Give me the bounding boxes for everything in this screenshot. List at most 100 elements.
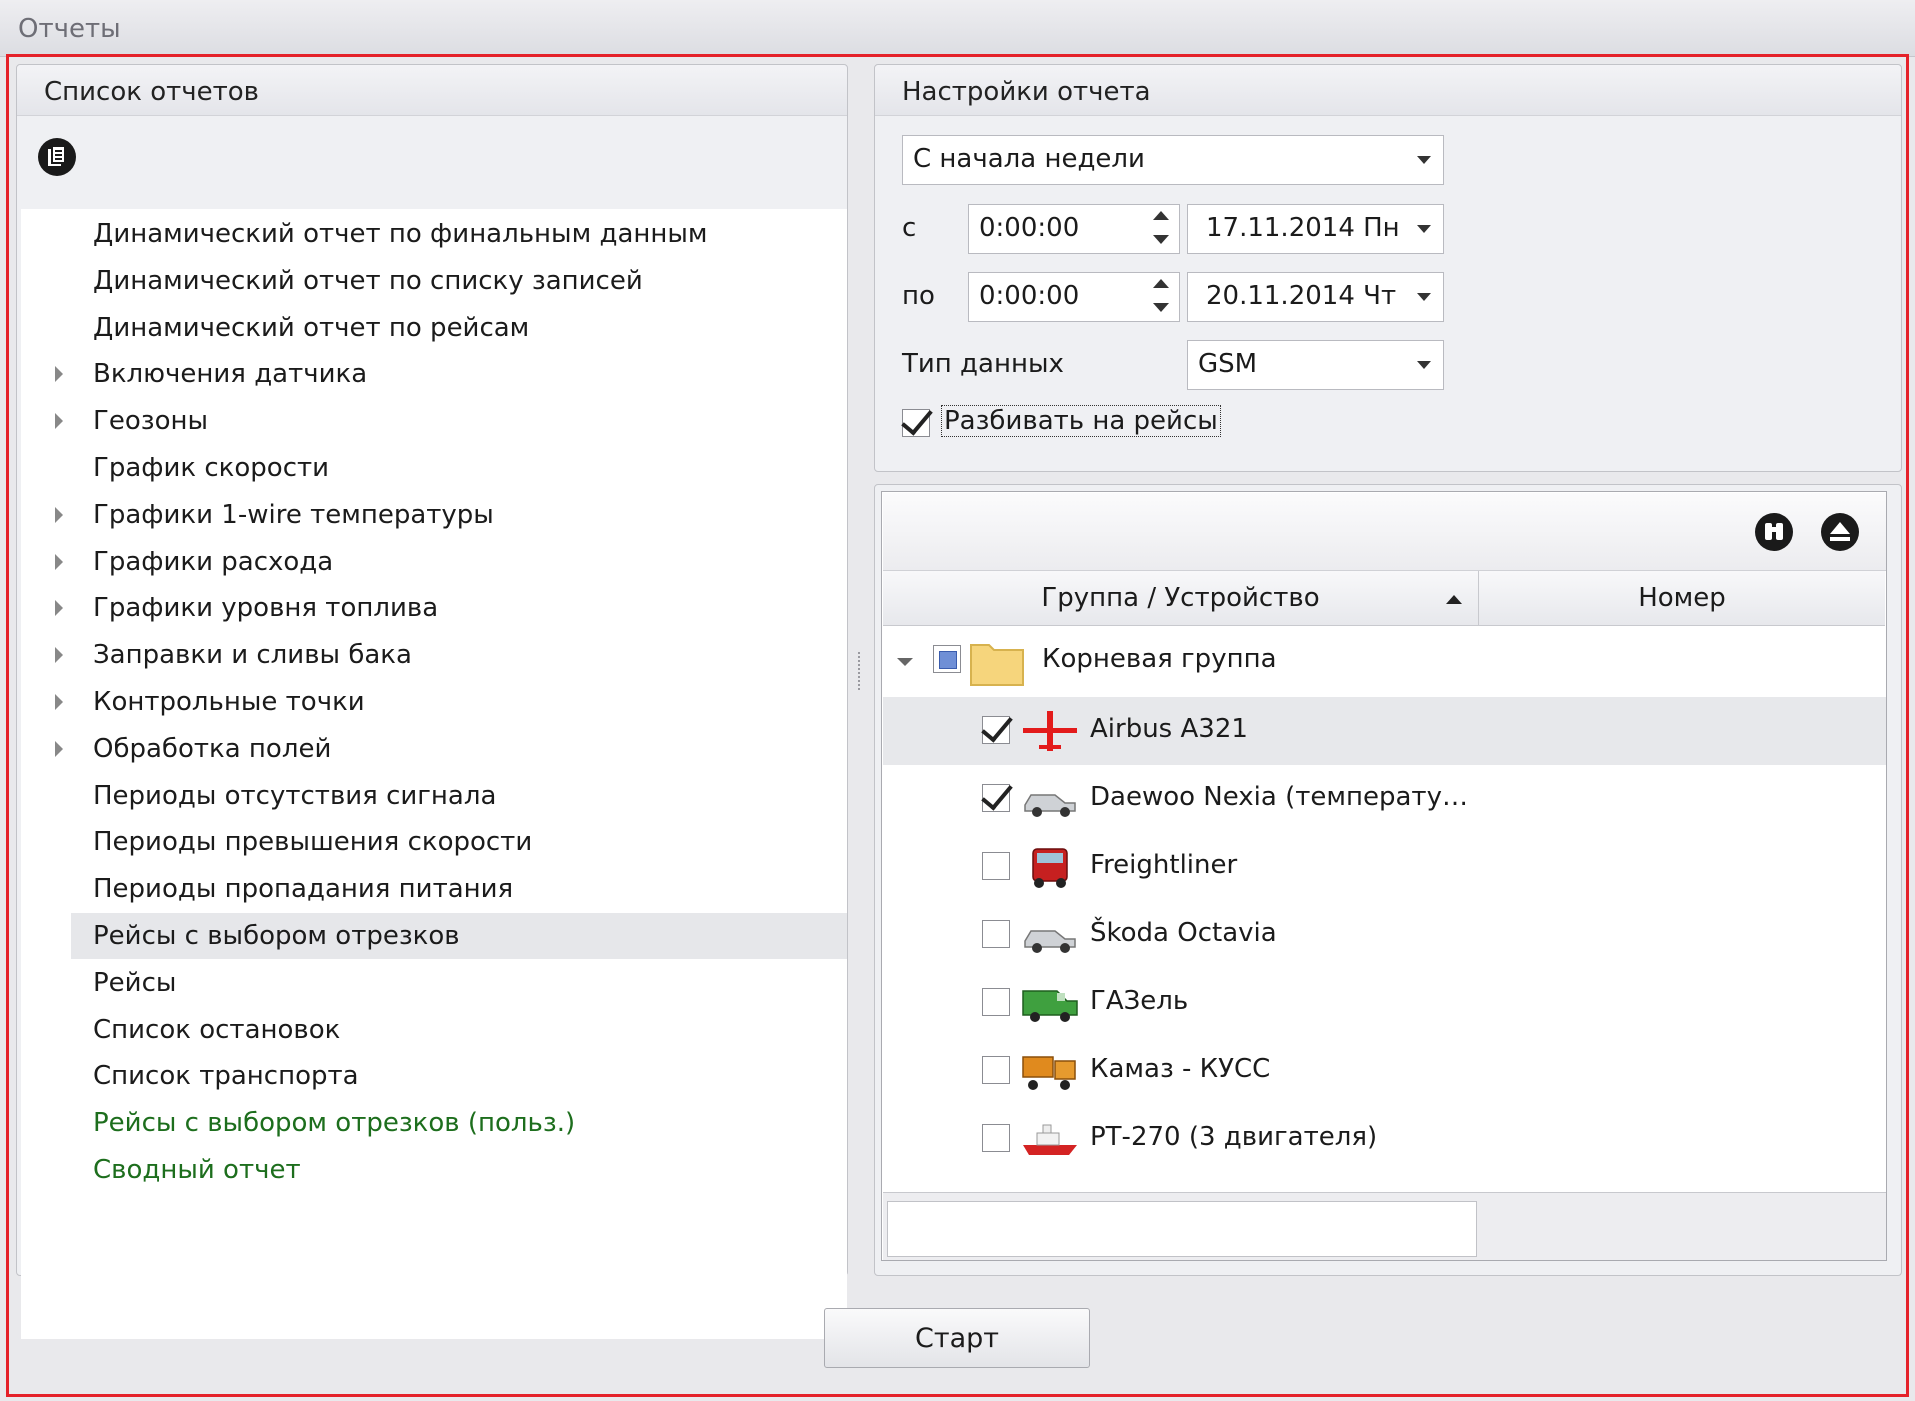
spin-up-icon[interactable]	[1153, 211, 1169, 220]
report-list-item[interactable]: Контрольные точки	[21, 679, 847, 725]
window-title-bar: Отчеты	[0, 0, 1915, 57]
report-list-item[interactable]: Рейсы	[21, 960, 847, 1006]
sort-ascending-icon	[1446, 595, 1462, 604]
tree-row-root-group[interactable]: Корневая группа	[883, 627, 1886, 695]
van-icon	[1019, 979, 1081, 1027]
split-trips-checkbox[interactable]	[901, 402, 933, 437]
report-list-item-label: Список транспорта	[93, 1061, 359, 1092]
expand-arrow-icon[interactable]	[55, 647, 63, 664]
report-list-item[interactable]: Периоды отсутствия сигнала	[21, 773, 847, 819]
device-checkbox[interactable]	[982, 1056, 1010, 1084]
column-header-group-device[interactable]: Группа / Устройство	[883, 571, 1479, 626]
binoculars-icon[interactable]	[1755, 513, 1793, 551]
spin-down-icon[interactable]	[1153, 235, 1169, 244]
device-row[interactable]: РТ-270 (3 двигателя)	[883, 1105, 1886, 1173]
report-list-item[interactable]: Периоды превышения скорости	[21, 819, 847, 865]
eject-collapse-icon[interactable]	[1821, 513, 1859, 551]
report-list-item[interactable]: Периоды пропадания питания	[21, 866, 847, 912]
checkmark-icon	[901, 402, 933, 436]
to-date-picker[interactable]: 20.11.2014 Чт	[1187, 272, 1444, 322]
report-list-item-label: Сводный отчет	[93, 1155, 301, 1185]
device-label: ГАЗель	[1090, 986, 1189, 1016]
device-label: Airbus A321	[1090, 714, 1248, 744]
collapse-arrow-icon[interactable]	[897, 658, 913, 666]
from-date-picker[interactable]: 17.11.2014 Пн	[1187, 204, 1444, 254]
report-list-item[interactable]: Рейсы с выбором отрезков (польз.)	[21, 1100, 847, 1146]
report-list-item[interactable]: Динамический отчет по списку записей	[21, 258, 847, 304]
device-checkbox[interactable]	[982, 988, 1010, 1016]
device-grid: Группа / Устройство Номер Корневая групп…	[881, 491, 1887, 1261]
from-time-value: 0:00:00	[979, 213, 1080, 243]
device-label: Daewoo Nexia (температу…	[1090, 782, 1468, 812]
device-search-input[interactable]	[887, 1201, 1477, 1257]
expand-arrow-icon[interactable]	[55, 740, 63, 757]
device-checkbox[interactable]	[981, 777, 1013, 812]
report-list-item[interactable]: Графики уровня топлива	[21, 585, 847, 631]
root-group-checkbox[interactable]	[933, 645, 961, 673]
device-label: РТ-270 (3 двигателя)	[1090, 1122, 1378, 1152]
chevron-down-icon	[1417, 293, 1431, 301]
device-checkbox[interactable]	[982, 920, 1010, 948]
report-list-item-label: Рейсы с выбором отрезков (польз.)	[93, 1108, 576, 1139]
report-list-item[interactable]: Геозоны	[21, 398, 847, 444]
report-list-item[interactable]: Динамический отчет по рейсам	[21, 305, 847, 351]
data-type-select[interactable]: GSM	[1187, 340, 1444, 390]
expand-arrow-icon[interactable]	[55, 506, 63, 523]
device-checkbox[interactable]	[981, 709, 1013, 744]
report-list-item[interactable]: График скорости	[21, 445, 847, 491]
from-date-value: 17.11.2014 Пн	[1206, 213, 1400, 243]
spin-up-icon[interactable]	[1153, 279, 1169, 288]
report-list-item-label: Периоды пропадания питания	[93, 874, 514, 905]
device-row[interactable]: Freightliner	[883, 833, 1886, 901]
device-row[interactable]: Škoda Octavia	[883, 901, 1886, 969]
report-list-item[interactable]: Заправки и сливы бака	[21, 632, 847, 678]
split-trips-label[interactable]: Разбивать на рейсы	[941, 405, 1221, 437]
report-settings-title: Настройки отчета	[902, 77, 1151, 107]
start-button[interactable]: Старт	[824, 1308, 1090, 1368]
data-type-value: GSM	[1198, 349, 1258, 379]
device-label: Камаз - КУСС	[1090, 1054, 1271, 1084]
period-select-value: С начала недели	[913, 144, 1145, 174]
report-list-item[interactable]: Графики 1-wire температуры	[21, 492, 847, 538]
devices-panel: Группа / Устройство Номер Корневая групп…	[874, 484, 1902, 1276]
report-list-item-label: Периоды отсутствия сигнала	[93, 780, 497, 811]
from-label: с	[902, 213, 917, 243]
device-checkbox[interactable]	[982, 852, 1010, 880]
expand-arrow-icon[interactable]	[55, 600, 63, 617]
data-type-label: Тип данных	[902, 349, 1064, 379]
expand-arrow-icon[interactable]	[55, 553, 63, 570]
column-header-number[interactable]: Номер	[1479, 571, 1885, 626]
report-list-item[interactable]: Включения датчика	[21, 351, 847, 397]
device-checkbox[interactable]	[982, 1124, 1010, 1152]
device-row[interactable]: Камаз - КУСС	[883, 1037, 1886, 1105]
report-list-item-label: Динамический отчет по рейсам	[93, 312, 530, 343]
device-row[interactable]: ГАЗель	[883, 969, 1886, 1037]
device-row[interactable]: Daewoo Nexia (температу…	[883, 765, 1886, 833]
partial-check-icon	[939, 651, 957, 669]
period-select[interactable]: С начала недели	[902, 135, 1444, 185]
spin-down-icon[interactable]	[1153, 303, 1169, 312]
report-list-item[interactable]: Список транспорта	[21, 1053, 847, 1099]
expand-arrow-icon[interactable]	[55, 366, 63, 383]
report-list-item[interactable]: Список остановок	[21, 1007, 847, 1053]
report-list: Динамический отчет по финальным данным Ди…	[21, 209, 847, 1339]
expand-arrow-icon[interactable]	[55, 413, 63, 430]
report-list-item[interactable]: Обработка полей	[21, 726, 847, 772]
device-row[interactable]: Airbus A321	[883, 697, 1886, 765]
to-time-input[interactable]: 0:00:00	[968, 272, 1180, 322]
report-list-item[interactable]: Рейсы с выбором отрезков	[71, 913, 847, 959]
report-list-item[interactable]: Сводный отчет	[21, 1147, 847, 1193]
report-list-item[interactable]: Динамический отчет по финальным данным	[21, 211, 847, 257]
report-list-item-label: Рейсы с выбором отрезков	[93, 921, 460, 951]
expand-arrow-icon[interactable]	[55, 694, 63, 710]
car-icon	[1019, 775, 1081, 823]
report-list-item[interactable]: Графики расхода	[21, 539, 847, 585]
report-list-item-label: Графики расхода	[93, 546, 334, 577]
splitter-grip[interactable]	[858, 652, 864, 690]
device-label: Škoda Octavia	[1090, 918, 1277, 948]
report-settings-header: Настройки отчета	[875, 65, 1901, 116]
report-document-icon[interactable]	[37, 137, 77, 177]
chevron-down-icon	[1417, 225, 1431, 233]
report-settings-panel: Настройки отчета С начала недели с 0:00:…	[874, 64, 1902, 472]
from-time-input[interactable]: 0:00:00	[968, 204, 1180, 254]
